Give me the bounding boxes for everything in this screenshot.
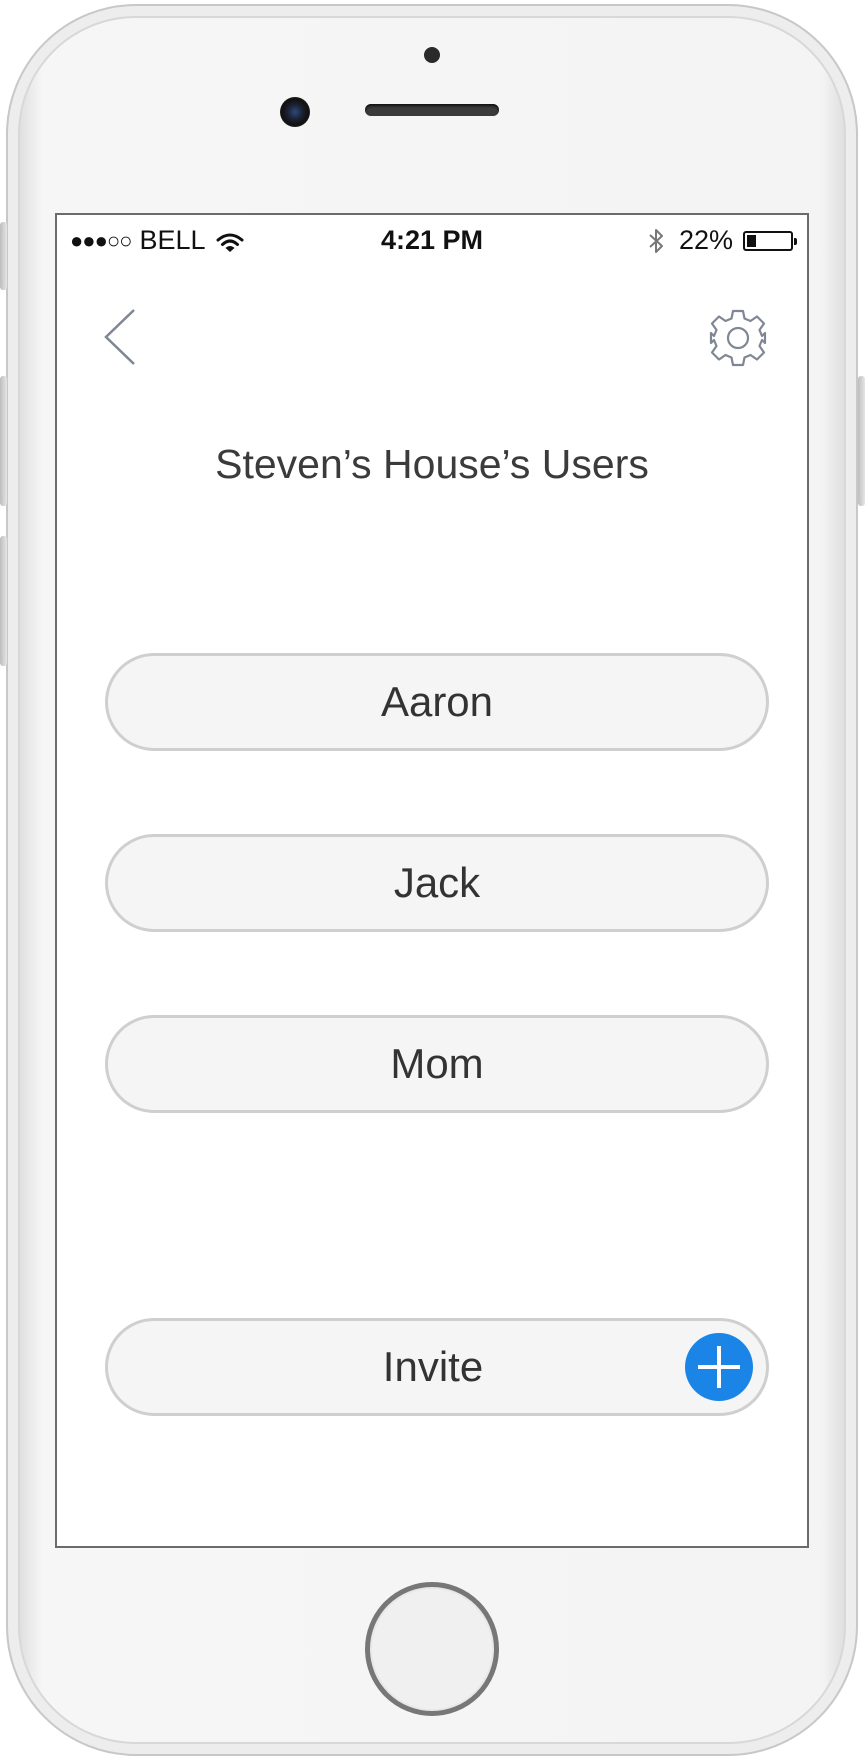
battery-fill xyxy=(747,234,756,247)
app-screen: ●●●○○ BELL 4:21 PM 22% Steven’s House’s … xyxy=(55,213,809,1548)
status-bar: ●●●○○ BELL 4:21 PM 22% xyxy=(57,215,807,265)
user-name-label: Aaron xyxy=(380,678,494,725)
proximity-sensor xyxy=(424,47,440,63)
user-button-jack[interactable]: Jack xyxy=(105,834,769,932)
user-button-aaron[interactable]: Aaron xyxy=(105,653,769,751)
battery-icon xyxy=(743,230,797,251)
battery-tip xyxy=(794,237,797,245)
user-name-label: Jack xyxy=(393,859,481,906)
bluetooth-icon xyxy=(647,226,665,256)
settings-button[interactable] xyxy=(709,309,767,367)
page-title: Steven’s House’s Users xyxy=(215,441,649,487)
back-button[interactable] xyxy=(102,307,142,367)
mute-switch xyxy=(0,222,7,290)
chevron-left-icon xyxy=(104,309,135,365)
user-button-mom[interactable]: Mom xyxy=(105,1015,769,1113)
front-camera xyxy=(280,97,310,127)
battery-percentage: 22% xyxy=(678,225,733,255)
gear-icon xyxy=(709,309,767,367)
user-name-label: Mom xyxy=(390,1040,484,1087)
invite-button[interactable]: Invite xyxy=(105,1318,769,1416)
volume-down-button xyxy=(0,536,7,666)
power-button xyxy=(858,376,865,506)
volume-up-button xyxy=(0,376,7,506)
status-right: 22% xyxy=(647,225,797,256)
home-button[interactable] xyxy=(365,1582,499,1716)
invite-label: Invite xyxy=(382,1343,484,1390)
plus-icon[interactable] xyxy=(685,1333,753,1401)
earpiece-speaker xyxy=(365,104,499,116)
